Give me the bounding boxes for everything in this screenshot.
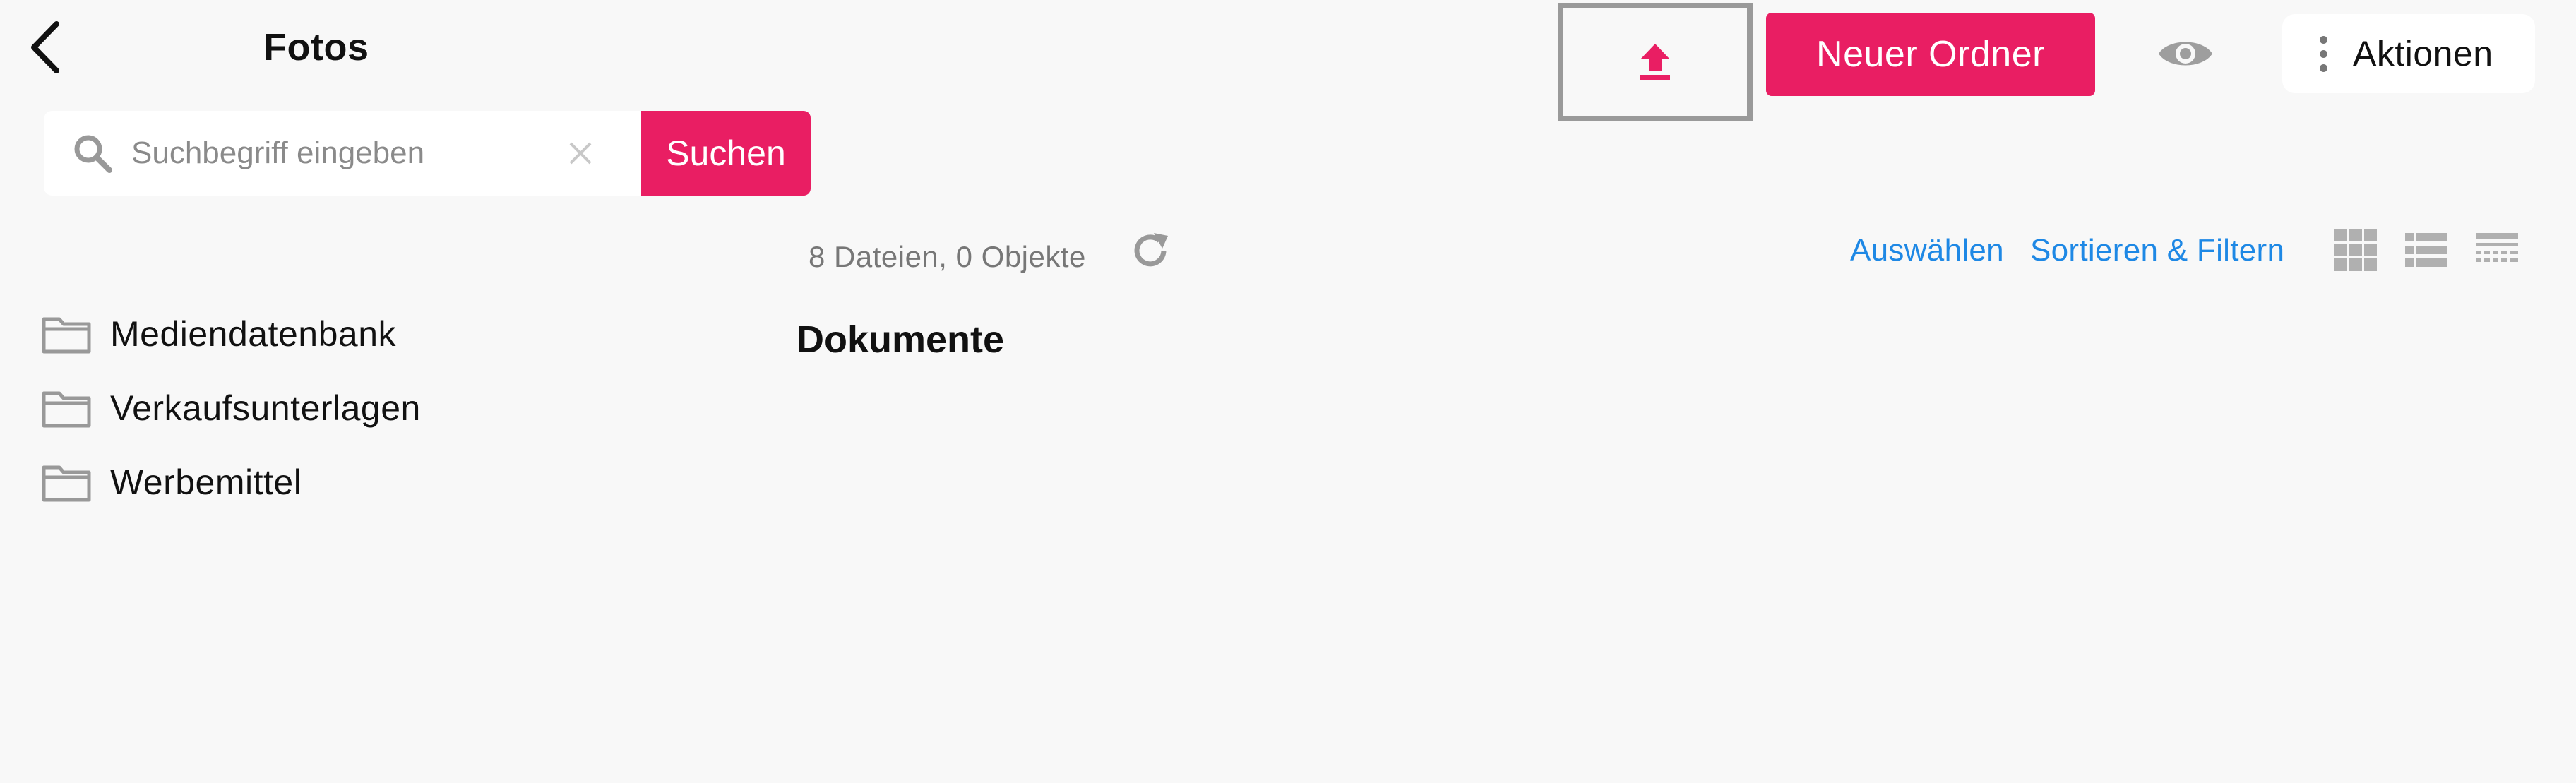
folder-icon [41, 461, 93, 503]
eye-icon [2159, 42, 2212, 66]
grid-view-button[interactable] [2330, 225, 2381, 275]
sort-filter-link[interactable]: Sortieren & Filtern [2030, 233, 2284, 268]
folder-label: Mediendatenbank [110, 313, 397, 354]
back-button[interactable] [20, 16, 69, 79]
new-folder-button[interactable]: Neuer Ordner [1766, 13, 2095, 96]
clear-search-button[interactable] [559, 132, 602, 174]
file-count: 8 Dateien, 0 Objekte [809, 240, 1086, 273]
search-icon [71, 131, 114, 175]
folder-icon [41, 387, 93, 429]
select-link[interactable]: Auswählen [1850, 233, 2004, 268]
chevron-left-icon [31, 21, 59, 73]
folder-label: Werbemittel [110, 462, 302, 502]
upload-button[interactable] [1558, 3, 1753, 121]
search-button[interactable]: Suchen [641, 111, 811, 196]
table-view-button[interactable] [2471, 225, 2522, 275]
folder-item-mediendatenbank[interactable]: Mediendatenbank [41, 297, 421, 371]
folder-item-werbemittel[interactable]: Werbemittel [41, 445, 421, 519]
folder-item-verkaufsunterlagen[interactable]: Verkaufsunterlagen [41, 371, 421, 445]
table-view-icon [2476, 233, 2518, 262]
grid-view-icon [2334, 229, 2377, 271]
preview-toggle-button[interactable] [2147, 24, 2224, 83]
section-title: Dokumente [797, 318, 1005, 361]
page-title: Fotos [263, 26, 369, 68]
list-view-icon [2405, 233, 2447, 267]
folder-label: Verkaufsunterlagen [110, 388, 421, 428]
search-input[interactable] [130, 135, 556, 172]
close-icon [569, 142, 592, 165]
folder-list: Mediendatenbank Verkaufsunterlagen Werbe… [41, 297, 421, 519]
folder-icon [41, 313, 93, 355]
refresh-button[interactable] [1127, 227, 1174, 274]
search-bar [44, 111, 641, 196]
list-view-button[interactable] [2401, 225, 2452, 275]
upload-icon [1640, 44, 1670, 80]
actions-menu-button[interactable]: Aktionen [2282, 14, 2535, 93]
refresh-icon [1134, 233, 1168, 267]
more-vertical-icon [2316, 35, 2330, 72]
actions-label: Aktionen [2353, 34, 2493, 73]
